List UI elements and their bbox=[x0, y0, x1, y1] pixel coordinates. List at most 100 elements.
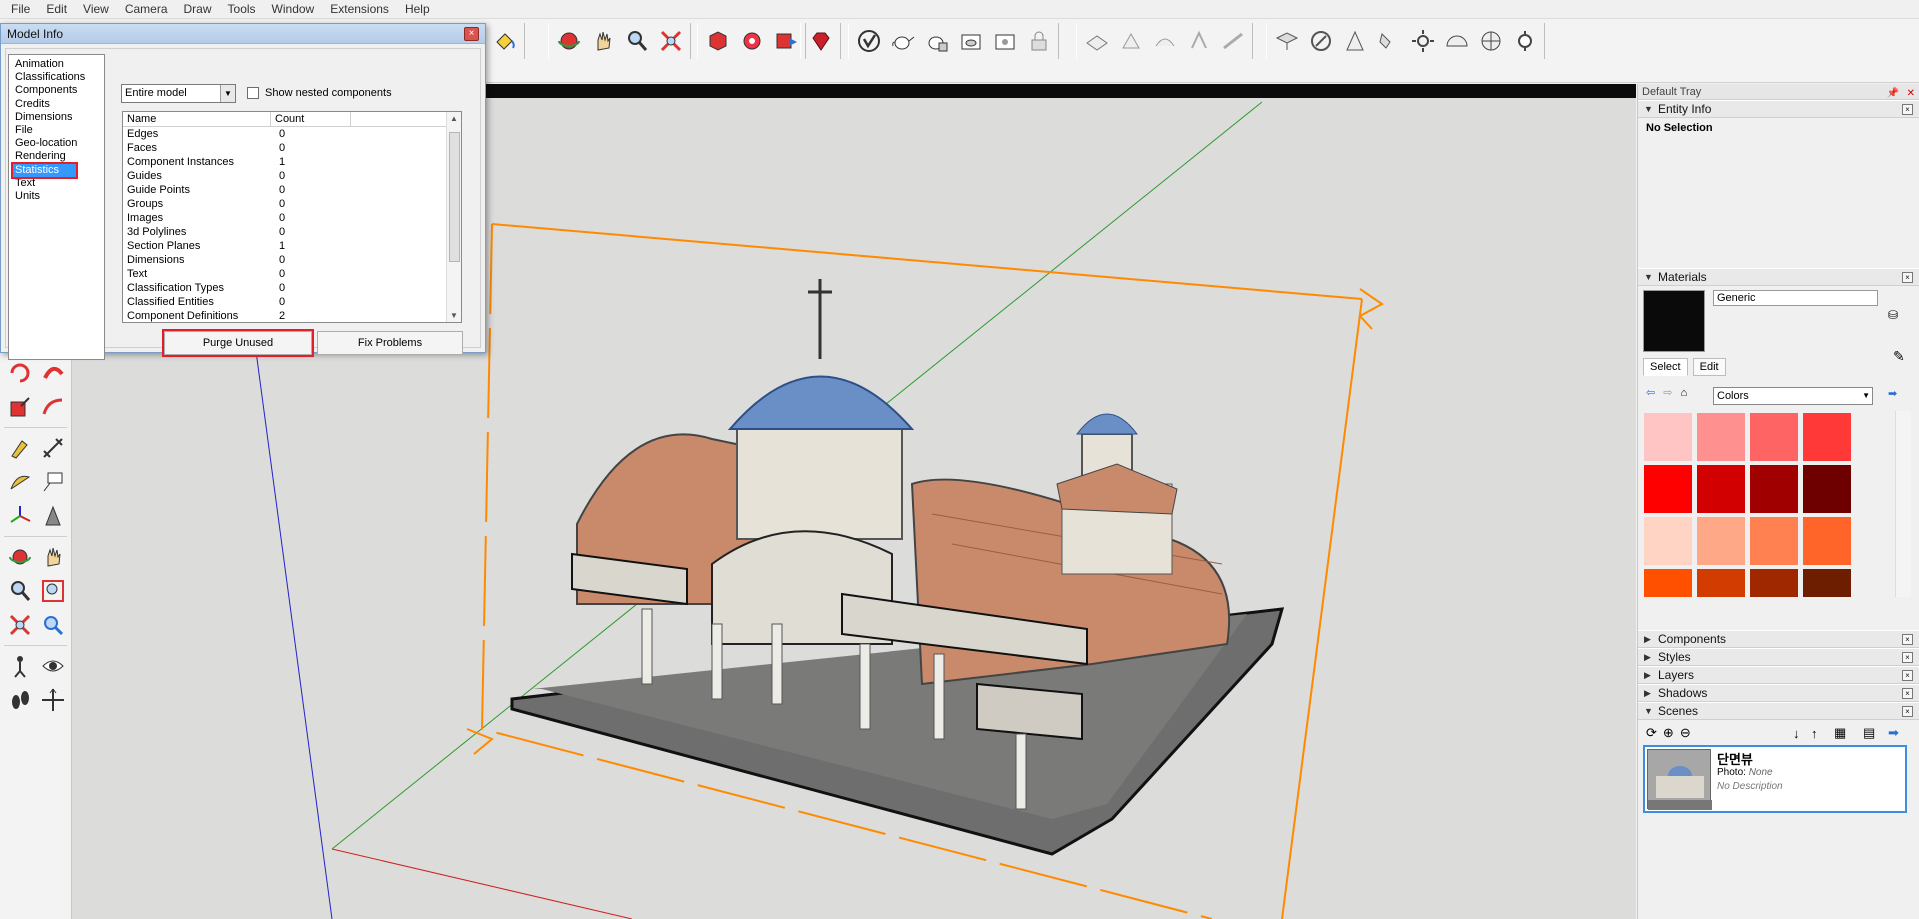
position-camera-icon[interactable] bbox=[6, 652, 34, 680]
scroll-down-icon[interactable]: ▼ bbox=[450, 311, 458, 320]
look-around-icon[interactable] bbox=[40, 652, 68, 680]
category-rendering[interactable]: Rendering bbox=[13, 150, 104, 163]
zoom-extents-icon[interactable] bbox=[6, 611, 34, 639]
light-gen-icon[interactable] bbox=[1509, 26, 1540, 57]
category-credits[interactable]: Credits bbox=[13, 98, 104, 111]
color-swatch[interactable] bbox=[1803, 465, 1851, 513]
category-components[interactable]: Components bbox=[13, 84, 104, 97]
scope-select[interactable]: Entire model ▼ bbox=[121, 84, 236, 103]
components-header[interactable]: ▶ Components × bbox=[1638, 630, 1919, 648]
color-swatch[interactable] bbox=[1750, 413, 1798, 461]
statistics-scrollbar[interactable]: ▲ ▼ bbox=[446, 112, 461, 322]
close-icon[interactable]: × bbox=[1902, 670, 1913, 681]
teapot-render-icon[interactable] bbox=[887, 26, 918, 57]
column-header-count[interactable]: Count bbox=[271, 112, 351, 126]
close-icon[interactable]: × bbox=[1902, 652, 1913, 663]
color-swatch[interactable] bbox=[1697, 413, 1745, 461]
zoom-icon[interactable] bbox=[6, 577, 34, 605]
show-nested-checkbox-row[interactable]: Show nested components bbox=[247, 87, 392, 99]
walk-icon[interactable] bbox=[6, 686, 34, 714]
add-location-icon[interactable] bbox=[1271, 26, 1302, 57]
smoove-icon[interactable] bbox=[1149, 26, 1180, 57]
orbit-icon[interactable] bbox=[553, 26, 584, 57]
frame-buffer-icon[interactable] bbox=[955, 26, 986, 57]
menu-draw[interactable]: Draw bbox=[176, 0, 220, 19]
close-icon[interactable]: × bbox=[1902, 634, 1913, 645]
close-icon[interactable]: × bbox=[1902, 104, 1913, 115]
color-swatch[interactable] bbox=[1803, 517, 1851, 565]
3d-text-icon[interactable] bbox=[40, 502, 68, 530]
category-file[interactable]: File bbox=[13, 124, 104, 137]
menu-help[interactable]: Help bbox=[397, 0, 438, 19]
menu-edit[interactable]: Edit bbox=[38, 0, 75, 19]
menu-extensions[interactable]: Extensions bbox=[322, 0, 397, 19]
scroll-up-icon[interactable]: ▲ bbox=[450, 114, 458, 123]
color-swatch[interactable] bbox=[1803, 569, 1851, 597]
ruby-console-icon[interactable] bbox=[805, 26, 836, 57]
sandbox-scratch-icon[interactable] bbox=[1115, 26, 1146, 57]
pan-icon[interactable] bbox=[40, 543, 68, 571]
rotate-icon[interactable] bbox=[6, 359, 34, 387]
color-swatch[interactable] bbox=[1644, 569, 1692, 597]
home-icon[interactable]: ⌂ bbox=[1680, 387, 1687, 399]
category-text[interactable]: Text bbox=[13, 177, 104, 190]
shadows-header[interactable]: ▶ Shadows × bbox=[1638, 684, 1919, 702]
3d-warehouse-icon[interactable] bbox=[702, 26, 733, 57]
color-swatch[interactable] bbox=[1803, 413, 1851, 461]
move-scene-up-icon[interactable]: ↑ bbox=[1811, 726, 1818, 741]
tape-measure-icon[interactable] bbox=[6, 434, 34, 462]
vray-icon[interactable] bbox=[853, 26, 884, 57]
category-dimensions[interactable]: Dimensions bbox=[13, 111, 104, 124]
menu-file[interactable]: File bbox=[3, 0, 38, 19]
color-swatch[interactable] bbox=[1644, 413, 1692, 461]
interactive-render-icon[interactable] bbox=[921, 26, 952, 57]
dimension-icon[interactable] bbox=[40, 434, 68, 462]
update-scene-icon[interactable]: ⟳ bbox=[1646, 725, 1657, 741]
layers-header[interactable]: ▶ Layers × bbox=[1638, 666, 1919, 684]
move-scene-down-icon[interactable]: ↓ bbox=[1793, 726, 1800, 741]
purge-unused-button[interactable]: Purge Unused bbox=[162, 329, 314, 357]
color-swatch[interactable] bbox=[1697, 569, 1745, 597]
close-icon[interactable]: × bbox=[1902, 688, 1913, 699]
eyedropper-icon[interactable]: ✎ bbox=[1893, 348, 1905, 365]
color-swatch[interactable] bbox=[1644, 517, 1692, 565]
entity-info-header[interactable]: ▼ Entity Info × bbox=[1638, 100, 1919, 118]
column-header-name[interactable]: Name bbox=[123, 112, 271, 126]
menu-window[interactable]: Window bbox=[264, 0, 323, 19]
remove-scene-icon[interactable]: ⊖ bbox=[1680, 725, 1691, 741]
dome-icon[interactable] bbox=[1441, 26, 1472, 57]
styles-header[interactable]: ▶ Styles × bbox=[1638, 648, 1919, 666]
color-swatch[interactable] bbox=[1644, 465, 1692, 513]
paint-bucket-icon[interactable] bbox=[489, 26, 520, 57]
zoom-icon[interactable] bbox=[621, 26, 652, 57]
previous-view-icon[interactable] bbox=[40, 611, 68, 639]
category-units[interactable]: Units bbox=[13, 190, 104, 203]
axes-icon[interactable] bbox=[6, 502, 34, 530]
stamp-icon[interactable] bbox=[1183, 26, 1214, 57]
category-classifications[interactable]: Classifications bbox=[13, 71, 104, 84]
lock-icon[interactable] bbox=[1023, 26, 1054, 57]
color-swatch[interactable] bbox=[1697, 465, 1745, 513]
show-nested-checkbox[interactable] bbox=[247, 87, 259, 99]
pan-icon[interactable] bbox=[587, 26, 618, 57]
forward-arrow-icon[interactable]: ⇨ bbox=[1663, 386, 1672, 399]
scenes-header[interactable]: ▼ Scenes × bbox=[1638, 702, 1919, 720]
category-geo-location[interactable]: Geo-location bbox=[13, 137, 104, 150]
library-select[interactable]: Colors ▼ bbox=[1713, 387, 1873, 405]
sandbox-contours-icon[interactable] bbox=[1081, 26, 1112, 57]
add-scene-icon[interactable]: ⊕ bbox=[1663, 725, 1674, 741]
zoom-extents-icon[interactable] bbox=[655, 26, 686, 57]
globe-icon[interactable] bbox=[1475, 26, 1506, 57]
category-animation[interactable]: Animation bbox=[13, 58, 104, 71]
scale-icon[interactable] bbox=[6, 393, 34, 421]
dialog-close-button[interactable]: × bbox=[464, 27, 479, 41]
sun-icon[interactable] bbox=[1407, 26, 1438, 57]
menu-camera[interactable]: Camera bbox=[117, 0, 176, 19]
materials-header[interactable]: ▼ Materials × bbox=[1638, 268, 1919, 286]
swatch-scrollbar[interactable] bbox=[1895, 411, 1911, 597]
menu-tools[interactable]: Tools bbox=[220, 0, 264, 19]
category-statistics[interactable]: Statistics bbox=[11, 161, 78, 179]
section-plane-icon[interactable] bbox=[40, 686, 68, 714]
fix-problems-button[interactable]: Fix Problems bbox=[317, 331, 463, 355]
chevron-down-icon[interactable]: ▼ bbox=[1862, 388, 1870, 404]
